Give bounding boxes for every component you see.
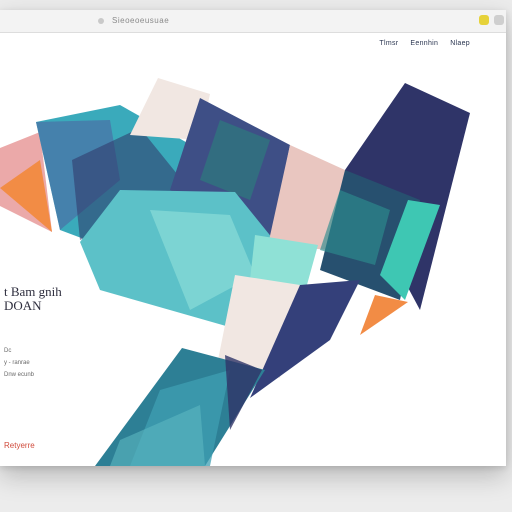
nav-link-1[interactable]: Tlmsr [379, 40, 398, 47]
hero-headline: t Bam gnih DOAN [4, 285, 62, 313]
nav-link-2[interactable]: Eennhin [410, 40, 438, 47]
hero-geometric-illustration [0, 78, 470, 466]
headline-line-2: DOAN [4, 298, 42, 313]
hero-details: Dc y - ranrae Dnw ecunb [4, 348, 34, 384]
top-nav: Tlmsr Eennhin Nlaep [379, 40, 470, 47]
nav-link-3[interactable]: Nlaep [450, 40, 470, 47]
browser-window: Sieoeoeusuae Tlmsr Eennhin Nlaep t Bam g… [0, 10, 506, 466]
detail-line: Dc [4, 348, 12, 354]
headline-line-1: t Bam gnih [4, 284, 62, 299]
detail-line: y - ranrae [4, 360, 30, 366]
cta-link[interactable]: Retyerre [4, 441, 35, 450]
detail-line: Dnw ecunb [4, 372, 35, 378]
